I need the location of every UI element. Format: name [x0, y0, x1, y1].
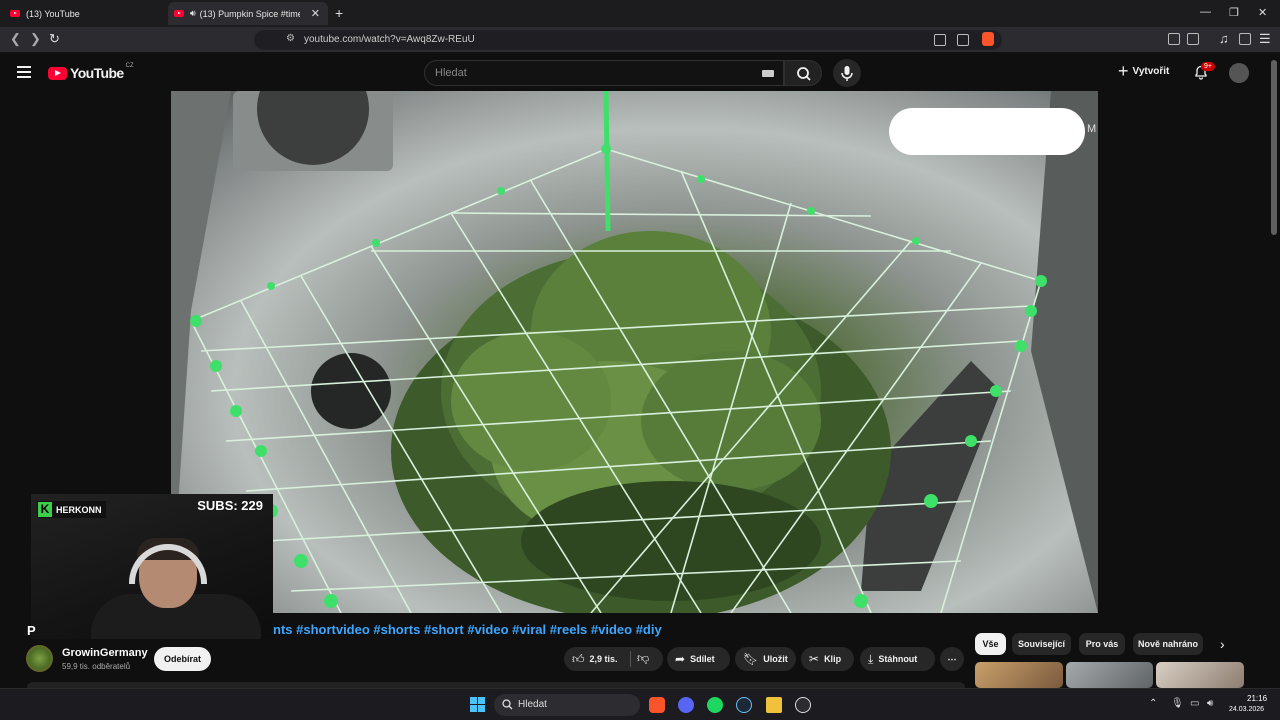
account-avatar[interactable]	[1229, 63, 1249, 83]
plus-icon: +	[1118, 61, 1129, 81]
scrollbar-thumb[interactable]	[1271, 60, 1277, 235]
overlay-letter: M	[1087, 123, 1097, 135]
volume-icon[interactable]: 🔊︎	[1207, 698, 1213, 709]
clip-button[interactable]: ✂ Klip	[801, 647, 854, 671]
download-icon: ⤓	[868, 651, 874, 666]
minimize-icon[interactable]: —	[1200, 6, 1211, 18]
clock-date[interactable]: 24.03.2026	[1229, 706, 1264, 713]
reload-icon[interactable]: ↻	[49, 31, 60, 47]
streamer-webcam-overlay: K HERKONN SUBS: 229	[31, 494, 273, 639]
channel-name[interactable]: GrowinGermany	[62, 647, 148, 659]
speaker-icon: 🔊︎	[190, 8, 196, 18]
download-button[interactable]: ⤓ Stáhnout	[860, 647, 935, 671]
forward-icon[interactable]: ❯	[30, 31, 41, 47]
tab-title: (13) Pumpkin Spice #timelapse	[199, 8, 300, 19]
herkonn-logo-icon: K	[38, 502, 52, 517]
video-player[interactable]	[171, 91, 1098, 613]
browser-tab-youtube[interactable]: (13) YouTube	[4, 2, 164, 25]
clock-time[interactable]: 21:16	[1247, 694, 1267, 703]
close-window-icon[interactable]: ✕	[1258, 6, 1267, 19]
discord-icon[interactable]	[678, 697, 694, 713]
close-tab-icon[interactable]: ✕	[311, 7, 320, 20]
video-overlay-card[interactable]	[889, 108, 1085, 155]
chip-related[interactable]: Související	[1012, 633, 1071, 655]
microphone-icon[interactable]: 🎙︎	[1171, 698, 1184, 709]
share-page-icon[interactable]	[957, 34, 969, 46]
recommended-thumbnail[interactable]	[1156, 662, 1244, 688]
search-icon	[797, 67, 811, 81]
brave-shield-icon[interactable]	[982, 32, 994, 46]
chip-recently-uploaded[interactable]: Nově nahráno	[1133, 633, 1203, 655]
more-actions-button[interactable]: ⋯	[940, 647, 964, 671]
chip-all[interactable]: Vše	[975, 633, 1006, 655]
thumbs-up-icon: 👍︎	[572, 651, 585, 666]
share-arrow-icon: ➦	[675, 652, 686, 666]
keyboard-icon[interactable]	[762, 70, 774, 77]
network-icon[interactable]: ▭	[1190, 698, 1199, 709]
obs-icon[interactable]	[795, 697, 811, 713]
bookmark-save-icon: 🔖︎	[743, 652, 759, 666]
tent-pole-center	[603, 91, 611, 232]
new-tab-button[interactable]: +	[335, 5, 343, 21]
url-text: youtube.com/watch?v=Awq8Zw-REuU	[304, 34, 475, 45]
video-title-start: P	[27, 623, 36, 638]
channel-avatar[interactable]	[26, 645, 53, 672]
create-button[interactable]: + Vytvořit	[1118, 61, 1169, 81]
chip-for-you[interactable]: Pro vás	[1079, 633, 1125, 655]
youtube-favicon-icon	[174, 10, 184, 17]
scissors-icon: ✂	[809, 652, 820, 666]
thumbs-down-icon[interactable]: 👎︎	[637, 651, 649, 666]
windows-taskbar: Hledat ⌃ 🎙︎ ▭ 🔊︎ 21:16 24.03.2026	[0, 688, 1280, 720]
youtube-favicon-icon	[10, 10, 20, 17]
video-title-hashtags[interactable]: nts #shortvideo #shorts #short #video #v…	[273, 622, 662, 637]
extensions-icon[interactable]	[1168, 33, 1180, 45]
chevron-right-icon[interactable]: ›	[1220, 636, 1225, 652]
youtube-play-icon	[48, 66, 67, 80]
search-placeholder: Hledat	[435, 67, 467, 79]
tent-wall-right	[1031, 91, 1098, 613]
subs-counter: SUBS: 229	[197, 498, 263, 513]
browser-tab-video[interactable]: 🔊︎ (13) Pumpkin Spice #timelapse ✕	[168, 2, 328, 25]
back-icon[interactable]: ❮	[10, 31, 21, 47]
browser-toolbar: ❮ ❯ ↻ 🔖︎ ⚙ youtube.com/watch?v=Awq8Zw-RE…	[0, 27, 1280, 53]
save-button[interactable]: 🔖︎ Uložit	[735, 647, 796, 671]
search-button[interactable]	[784, 60, 822, 86]
youtube-masthead: YouTube CZ Hledat + Vytvořit 9+	[0, 54, 1268, 91]
more-dots-icon: ⋯	[947, 653, 957, 664]
media-icon[interactable]: ♫	[1219, 31, 1229, 46]
steam-icon[interactable]	[736, 697, 752, 713]
browser-tab-strip: (13) YouTube 🔊︎ (13) Pumpkin Spice #time…	[0, 0, 1280, 27]
spotify-icon[interactable]	[707, 697, 723, 713]
brave-browser-icon[interactable]	[649, 697, 665, 713]
sidebar-icon[interactable]	[1239, 33, 1251, 45]
notification-count-badge: 9+	[1201, 62, 1215, 71]
youtube-logo[interactable]: YouTube CZ	[48, 63, 134, 81]
chevron-up-icon[interactable]: ⌃	[1149, 698, 1157, 709]
voice-search-button[interactable]	[833, 59, 861, 87]
site-info-icon[interactable]: ⚙	[286, 33, 295, 44]
wallet-icon[interactable]	[1187, 33, 1199, 45]
recommended-thumbnail[interactable]	[975, 662, 1063, 688]
menu-icon[interactable]: ☰	[1259, 31, 1271, 47]
like-divider	[630, 651, 631, 667]
windows-start-icon[interactable]	[470, 697, 485, 712]
cast-icon[interactable]	[934, 34, 946, 46]
taskbar-search[interactable]: Hledat	[494, 694, 640, 716]
herkonn-badge: K HERKONN	[37, 501, 106, 518]
address-bar[interactable]: ⚙ youtube.com/watch?v=Awq8Zw-REuU	[254, 30, 1002, 50]
file-explorer-icon[interactable]	[766, 697, 782, 713]
video-frame-grow-tent	[171, 91, 1098, 613]
channel-subscriber-count: 59,9 tis. odběratelů	[62, 662, 131, 671]
restore-icon[interactable]: ❐	[1229, 6, 1239, 19]
search-input[interactable]: Hledat	[424, 60, 784, 86]
share-button[interactable]: ➦ Sdílet	[667, 647, 730, 671]
subscribe-button[interactable]: Odebírat	[154, 647, 211, 671]
guide-menu-icon[interactable]	[17, 66, 31, 78]
search-icon	[502, 699, 513, 710]
tab-title: (13) YouTube	[26, 8, 80, 19]
recommended-thumbnail[interactable]	[1066, 662, 1153, 688]
microphone-icon	[841, 66, 853, 81]
ventilation-duct	[311, 353, 391, 429]
